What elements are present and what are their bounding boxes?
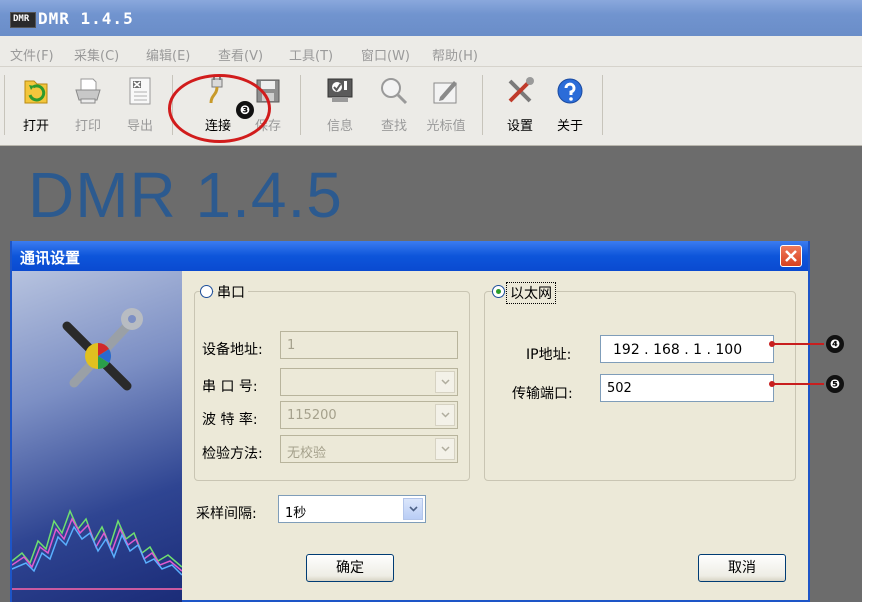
printer-icon [75,78,101,104]
menu-bar: 文件(F) 采集(C) 编辑(E) 查看(V) 工具(T) 窗口(W) 帮助(H… [0,36,862,67]
tools-icon [508,77,534,103]
info-label: 信息 [326,119,353,134]
close-icon [785,250,797,262]
chevron-down-icon [441,412,450,418]
port-number-select[interactable] [280,368,458,396]
serial-legend: 串口 [214,282,248,302]
menu-edit[interactable]: 编辑(E) [146,45,190,64]
print-button[interactable]: 打印 [66,71,110,139]
settings-tools-illustration [12,308,182,590]
help-icon [557,78,583,104]
transport-port-label: 传输端口: [512,386,573,402]
find-button[interactable]: 查找 [372,71,416,139]
dialog-title-bar: 通讯设置 [12,241,808,271]
parity-label: 检验方法: [202,446,263,462]
find-label: 查找 [380,119,407,134]
app-banner-logo: DMR 1.4.5 [28,159,343,231]
menu-help[interactable]: 帮助(H) [432,45,478,64]
close-button[interactable] [780,245,802,267]
magnifier-icon [381,78,408,105]
chevron-down-icon [441,446,450,452]
ok-button[interactable]: 确定 [306,554,394,582]
baud-rate-value: 115200 [287,408,337,423]
menu-tools[interactable]: 工具(T) [289,45,333,64]
toolbar: 打开 打印 导出 连接 保存 信息 查找 光标值 设置 关于 [0,67,862,146]
export-icon [129,77,151,105]
export-button[interactable]: 导出 [118,71,162,139]
dialog-side-illustration [12,271,182,602]
dialog-title: 通讯设置 [20,249,81,267]
title-bar: DMR DMR 1.4.5 [0,0,862,36]
toolbar-separator [602,75,603,135]
annotation-marker-5: ❺ [826,375,844,393]
menu-view[interactable]: 查看(V) [218,45,263,64]
annotation-marker-3: ❸ [236,101,254,119]
annotation-circle-connect [168,74,271,143]
baud-rate-label: 波 特 率: [202,412,258,428]
about-button[interactable]: 关于 [548,71,592,139]
callout-line-port [772,383,824,385]
device-address-input[interactable]: 1 [280,331,458,359]
dropdown-button[interactable] [435,404,455,426]
port-number-label: 串 口 号: [202,379,258,395]
about-label: 关于 [556,119,583,134]
sampling-interval-select[interactable]: 1秒 [278,495,426,523]
radio-selected-dot [496,289,501,294]
window-title: DMR 1.4.5 [38,9,134,28]
open-folder-icon [24,80,48,104]
chevron-down-icon [441,379,450,385]
toolbar-separator [482,75,483,135]
cursor-value-icon [433,81,457,104]
device-address-label: 设备地址: [202,342,263,358]
ethernet-legend: 以太网 [506,282,556,304]
menu-file[interactable]: 文件(F) [10,45,54,64]
print-label: 打印 [74,119,101,134]
app-window: DMR DMR 1.4.5 文件(F) 采集(C) 编辑(E) 查看(V) 工具… [0,0,862,602]
info-button[interactable]: 信息 [318,71,362,139]
cursor-value-button[interactable]: 光标值 [424,71,468,139]
dropdown-button[interactable] [435,371,455,393]
export-label: 导出 [126,119,153,134]
settings-button[interactable]: 设置 [498,71,542,139]
toolbar-grip [4,75,5,135]
open-label: 打开 [22,119,49,134]
info-icon [327,78,353,102]
cursor-value-label: 光标值 [426,119,466,134]
baud-rate-select[interactable]: 115200 [280,401,458,429]
transport-port-input[interactable]: 502 [600,374,774,402]
communication-settings-dialog: 通讯设置 串口 设备地址: 1 串 口 号: 波 特 率: 115200 检验方… [10,241,810,602]
open-button[interactable]: 打开 [14,71,58,139]
parity-select[interactable]: 无校验 [280,435,458,463]
ip-address-input[interactable]: 192 . 168 . 1 . 100 [600,335,774,363]
menu-capture[interactable]: 采集(C) [74,45,119,64]
menu-window[interactable]: 窗口(W) [361,45,410,64]
sampling-interval-label: 采样间隔: [196,506,257,522]
chevron-down-icon [409,506,418,512]
sampling-interval-value: 1秒 [285,506,307,521]
cancel-button[interactable]: 取消 [698,554,786,582]
annotation-marker-4: ❹ [826,335,844,353]
serial-radio[interactable] [200,285,213,298]
ethernet-radio[interactable] [492,285,505,298]
ip-address-label: IP地址: [526,347,572,363]
dropdown-button[interactable] [403,498,423,520]
dropdown-button[interactable] [435,438,455,460]
toolbar-separator [300,75,301,135]
callout-line-ip [772,343,824,345]
parity-value: 无校验 [287,446,327,461]
app-icon: DMR [10,12,36,28]
